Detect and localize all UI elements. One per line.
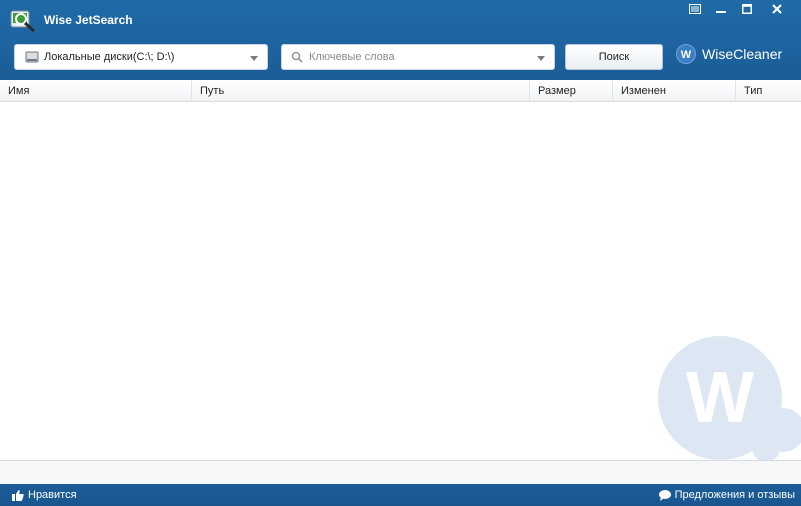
drive-select[interactable]: Локальные диски(C:\; D:\) bbox=[14, 44, 268, 70]
brand-name: WiseCleaner bbox=[702, 46, 783, 62]
minimize-icon bbox=[716, 11, 726, 13]
speech-bubble-icon bbox=[658, 489, 671, 501]
chevron-down-icon bbox=[250, 56, 258, 61]
hard-drive-icon bbox=[25, 51, 39, 63]
column-size[interactable]: Размер bbox=[530, 80, 613, 102]
footer-bar: Нравится Предложения и отзывы bbox=[0, 484, 801, 506]
column-path[interactable]: Путь bbox=[192, 80, 530, 102]
keyword-search-box[interactable] bbox=[281, 44, 555, 70]
column-name[interactable]: Имя bbox=[0, 80, 192, 102]
like-label: Нравится bbox=[28, 489, 77, 501]
svg-text:W: W bbox=[686, 358, 754, 438]
search-input[interactable] bbox=[309, 47, 534, 67]
close-icon bbox=[772, 4, 782, 14]
thumbs-up-icon bbox=[12, 489, 24, 501]
title-bar: Wise JetSearch Локальные диски(C:\; D:\) bbox=[0, 0, 801, 80]
magnifier-drive-icon bbox=[10, 10, 35, 32]
maximize-button[interactable] bbox=[734, 0, 760, 18]
wisecleaner-watermark-icon: W bbox=[658, 336, 801, 460]
column-type[interactable]: Тип bbox=[736, 80, 801, 102]
menu-button[interactable] bbox=[682, 0, 708, 18]
status-bar bbox=[0, 460, 801, 484]
close-button[interactable] bbox=[764, 0, 790, 18]
drive-select-value: Локальные диски(C:\; D:\) bbox=[44, 51, 175, 63]
svg-text:W: W bbox=[681, 49, 692, 61]
brand[interactable]: W WiseCleaner bbox=[676, 44, 782, 64]
search-icon bbox=[291, 51, 303, 63]
feedback-label: Предложения и отзывы bbox=[674, 489, 795, 501]
search-button[interactable]: Поиск bbox=[565, 44, 663, 70]
menu-icon bbox=[689, 4, 701, 14]
minimize-button[interactable] bbox=[708, 0, 734, 18]
wisecleaner-logo-icon: W bbox=[676, 44, 696, 64]
feedback-link[interactable]: Предложения и отзывы bbox=[658, 489, 795, 501]
chevron-down-icon[interactable] bbox=[537, 56, 545, 61]
column-header: Имя Путь Размер Изменен Тип bbox=[0, 80, 801, 102]
column-modified[interactable]: Изменен bbox=[613, 80, 736, 102]
app-title: Wise JetSearch bbox=[44, 13, 133, 27]
results-panel[interactable]: Имя Путь Размер Изменен Тип W bbox=[0, 80, 801, 460]
maximize-icon bbox=[742, 4, 752, 14]
like-link[interactable]: Нравится bbox=[12, 489, 77, 501]
